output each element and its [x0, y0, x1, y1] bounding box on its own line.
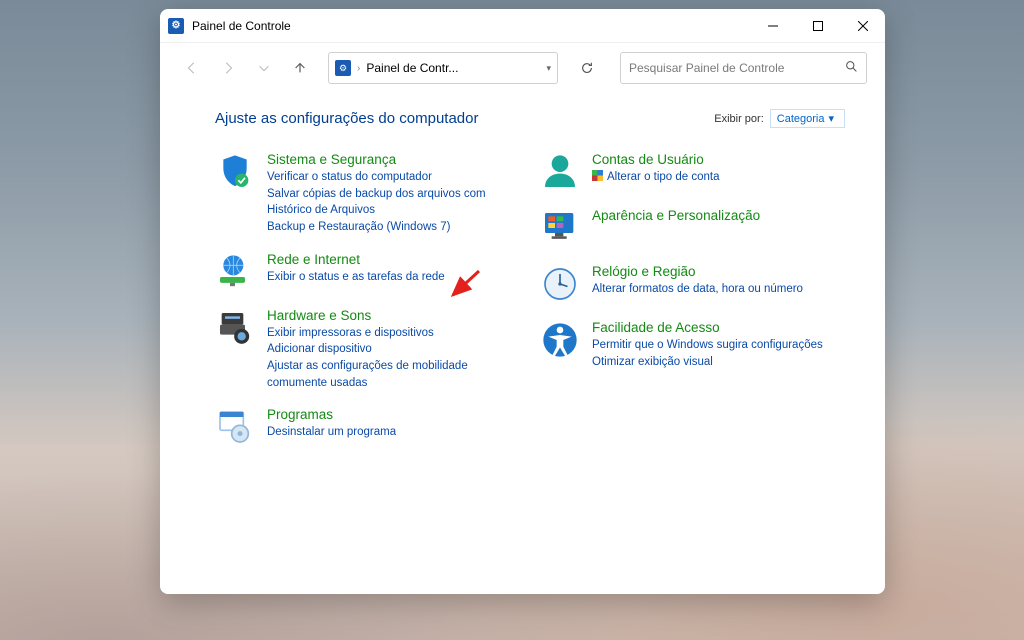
- cat-title[interactable]: Aparência e Personalização: [592, 208, 845, 223]
- cat-title[interactable]: Programas: [267, 407, 520, 422]
- cat-hardware-sound: Hardware e Sons Exibir impressoras e dis…: [215, 308, 520, 392]
- cat-link[interactable]: Otimizar exibição visual: [592, 354, 845, 371]
- cat-link[interactable]: Ajustar as configurações de mobilidade c…: [267, 358, 520, 391]
- category-col-right: Contas de Usuário Alterar o tipo de cont…: [540, 152, 845, 447]
- category-col-left: Sistema e Segurança Verificar o status d…: [215, 152, 520, 447]
- nav-recent-button[interactable]: [250, 54, 278, 82]
- control-panel-icon: [168, 18, 184, 34]
- close-button[interactable]: [840, 9, 885, 42]
- chevron-down-icon[interactable]: ▾: [546, 63, 551, 74]
- nav-up-button[interactable]: [286, 54, 314, 82]
- nav-back-button[interactable]: [178, 54, 206, 82]
- cat-title[interactable]: Contas de Usuário: [592, 152, 845, 167]
- cat-title[interactable]: Rede e Internet: [267, 252, 520, 267]
- shield-pc-icon: [215, 152, 255, 192]
- cat-clock-region: Relógio e Região Alterar formatos de dat…: [540, 264, 845, 304]
- cat-appearance-personalization: Aparência e Personalização: [540, 208, 845, 248]
- cat-ease-of-access: Facilidade de Acesso Permitir que o Wind…: [540, 320, 845, 370]
- cat-title[interactable]: Relógio e Região: [592, 264, 845, 279]
- globe-network-icon: [215, 252, 255, 292]
- cat-link[interactable]: Salvar cópias de backup dos arquivos com…: [267, 186, 520, 219]
- nav-forward-button[interactable]: [214, 54, 242, 82]
- accessibility-icon: [540, 320, 580, 360]
- chevron-right-icon: ›: [357, 63, 360, 74]
- cat-user-accounts: Contas de Usuário Alterar o tipo de cont…: [540, 152, 845, 192]
- breadcrumb[interactable]: Painel de Contr...: [366, 61, 540, 75]
- view-by-selected: Categoria: [777, 113, 825, 125]
- view-by-select[interactable]: Categoria ▾: [770, 109, 845, 128]
- maximize-button[interactable]: [795, 9, 840, 42]
- address-bar[interactable]: › Painel de Contr... ▾: [328, 52, 558, 84]
- page-title: Ajuste as configurações do computador: [215, 110, 479, 127]
- monitor-colors-icon: [540, 208, 580, 248]
- cat-title[interactable]: Sistema e Segurança: [267, 152, 520, 167]
- titlebar: Painel de Controle: [160, 9, 885, 43]
- cat-link[interactable]: Backup e Restauração (Windows 7): [267, 219, 520, 236]
- cat-link[interactable]: Adicionar dispositivo: [267, 341, 520, 358]
- refresh-button[interactable]: [572, 61, 602, 75]
- minimize-button[interactable]: [750, 9, 795, 42]
- search-input[interactable]: [629, 61, 845, 75]
- programs-icon: [215, 407, 255, 447]
- search-box[interactable]: [620, 52, 867, 84]
- navbar: › Painel de Contr... ▾: [160, 43, 885, 93]
- cat-title[interactable]: Hardware e Sons: [267, 308, 520, 323]
- view-by-label: Exibir por:: [714, 113, 764, 125]
- cat-link[interactable]: Alterar formatos de data, hora ou número: [592, 281, 845, 298]
- cat-link[interactable]: Permitir que o Windows sugira configuraç…: [592, 337, 845, 354]
- clock-icon: [540, 264, 580, 304]
- cat-link[interactable]: Desinstalar um programa: [267, 424, 520, 441]
- printer-camera-icon: [215, 308, 255, 348]
- search-icon[interactable]: [845, 60, 858, 76]
- control-panel-window: Painel de Controle ›: [160, 9, 885, 594]
- view-by: Exibir por: Categoria ▾: [714, 109, 845, 128]
- content-area: Ajuste as configurações do computador Ex…: [160, 93, 885, 594]
- cat-link[interactable]: Alterar o tipo de conta: [592, 169, 845, 186]
- window-title: Painel de Controle: [192, 19, 291, 33]
- cat-link[interactable]: Exibir impressoras e dispositivos: [267, 325, 520, 342]
- cat-link[interactable]: Verificar o status do computador: [267, 169, 520, 186]
- cat-system-security: Sistema e Segurança Verificar o status d…: [215, 152, 520, 236]
- user-icon: [540, 152, 580, 192]
- cat-network-internet: Rede e Internet Exibir o status e as tar…: [215, 252, 520, 292]
- chevron-down-icon: ▾: [828, 112, 834, 125]
- cat-link[interactable]: Exibir o status e as tarefas da rede: [267, 269, 520, 286]
- cat-title[interactable]: Facilidade de Acesso: [592, 320, 845, 335]
- cat-programs: Programas Desinstalar um programa: [215, 407, 520, 447]
- address-control-panel-icon: [335, 60, 351, 76]
